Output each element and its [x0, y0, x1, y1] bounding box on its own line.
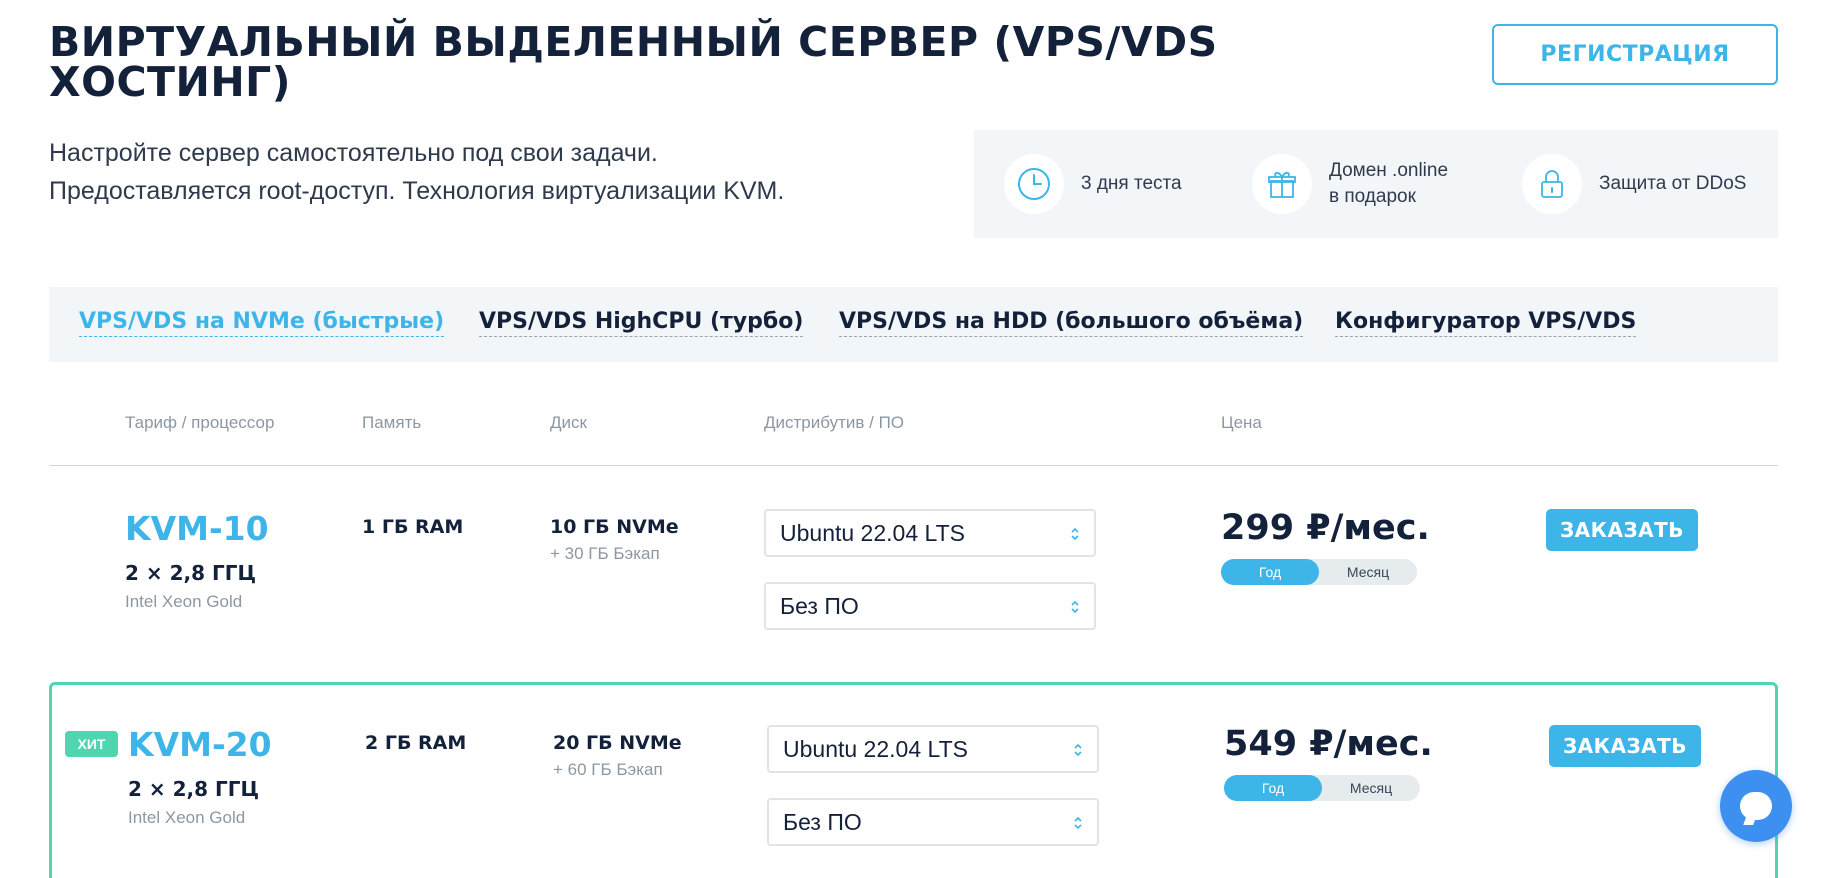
tab-nvme[interactable]: VPS/VDS на NVMe (быстрые)	[79, 309, 445, 337]
order-button[interactable]: ЗАКАЗАТЬ	[1546, 509, 1698, 551]
plan-backup: + 30 ГБ Бэкап	[550, 544, 660, 563]
os-select-value: Ubuntu 22.04 LTS	[780, 519, 965, 546]
feature-label: 3 дня теста	[1081, 173, 1182, 194]
column-header-memory: Память	[362, 413, 422, 432]
tab-hdd[interactable]: VPS/VDS на HDD (большого объёма)	[839, 309, 1304, 337]
features-panel: 3 дня теста Домен .online в подарок Защи…	[974, 130, 1778, 238]
feature-label-line: в подарок	[1329, 186, 1416, 207]
select-arrows-icon	[1074, 743, 1082, 757]
period-year-option[interactable]: Год	[1221, 559, 1319, 585]
column-header-distro: Дистрибутив / ПО	[764, 413, 905, 432]
tab-highcpu[interactable]: VPS/VDS HighCPU (турбо)	[479, 309, 804, 337]
plan-backup: + 60 ГБ Бэкап	[553, 760, 663, 779]
plan-cpu: 2 × 2,8 ГГЦ	[128, 777, 260, 801]
software-select-value: Без ПО	[780, 592, 859, 619]
feature-trial: 3 дня теста	[1004, 154, 1182, 214]
lock-icon	[1522, 154, 1582, 214]
plan-cpu: 2 × 2,8 ГГЦ	[125, 561, 257, 585]
billing-period-toggle: Год Месяц	[1224, 775, 1420, 801]
gift-icon	[1252, 154, 1312, 214]
chat-widget-button[interactable]	[1720, 770, 1792, 842]
plan-cpu-model: Intel Xeon Gold	[128, 808, 246, 827]
billing-period-toggle: Год Месяц	[1221, 559, 1417, 585]
os-select[interactable]: Ubuntu 22.04 LTS	[767, 725, 1099, 773]
clock-icon	[1004, 154, 1064, 214]
tab-configurator[interactable]: Конфигуратор VPS/VDS	[1335, 309, 1637, 337]
plan-row-kvm-20: ХИТ KVM-20 2 × 2,8 ГГЦ Intel Xeon Gold 2…	[49, 682, 1778, 878]
plan-tabs: VPS/VDS на NVMe (быстрые) VPS/VDS HighCP…	[49, 287, 1778, 362]
page-title: ВИРТУАЛЬНЫЙ ВЫДЕЛЕННЫЙ СЕРВЕР (VPS/VDS Х…	[49, 18, 1218, 106]
feature-label-line: Домен .online	[1329, 160, 1449, 181]
feature-label: Защита от DDoS	[1599, 173, 1747, 194]
plan-disk: 10 ГБ NVMe	[550, 516, 679, 538]
subtitle-line: Настройте сервер самостоятельно под свои…	[49, 139, 658, 167]
period-month-option[interactable]: Месяц	[1322, 775, 1420, 801]
table-header-divider	[49, 465, 1778, 466]
plan-ram: 2 ГБ RAM	[365, 732, 467, 754]
plan-price: 299 ₽/мес.	[1221, 508, 1430, 548]
column-header-price: Цена	[1221, 413, 1262, 432]
register-button[interactable]: РЕГИСТРАЦИЯ	[1492, 24, 1778, 85]
feature-label: Домен .online в подарок	[1329, 158, 1448, 210]
select-arrows-icon	[1071, 600, 1079, 614]
plan-ram: 1 ГБ RAM	[362, 516, 464, 538]
chat-icon	[1740, 792, 1772, 820]
plan-disk: 20 ГБ NVMe	[553, 732, 682, 754]
plan-name: KVM-20	[128, 725, 272, 764]
period-year-option[interactable]: Год	[1224, 775, 1322, 801]
plan-name: KVM-10	[125, 509, 269, 548]
select-arrows-icon	[1074, 816, 1082, 830]
column-header-tariff: Тариф / процессор	[125, 413, 275, 432]
column-header-disk: Диск	[550, 413, 587, 432]
hit-badge: ХИТ	[65, 731, 118, 757]
plan-row-kvm-10: KVM-10 2 × 2,8 ГГЦ Intel Xeon Gold 1 ГБ …	[49, 467, 1778, 667]
plan-cpu-model: Intel Xeon Gold	[125, 592, 243, 611]
feature-domain: Домен .online в подарок	[1252, 154, 1448, 214]
os-select[interactable]: Ubuntu 22.04 LTS	[764, 509, 1096, 557]
software-select[interactable]: Без ПО	[764, 582, 1096, 630]
plan-price: 549 ₽/мес.	[1224, 724, 1433, 764]
page-subtitle: Настройте сервер самостоятельно под свои…	[49, 134, 784, 210]
os-select-value: Ubuntu 22.04 LTS	[783, 735, 968, 762]
order-button[interactable]: ЗАКАЗАТЬ	[1549, 725, 1701, 767]
software-select-value: Без ПО	[783, 808, 862, 835]
feature-ddos: Защита от DDoS	[1522, 154, 1746, 214]
subtitle-line: Предоставляется root-доступ. Технология …	[49, 177, 785, 205]
software-select[interactable]: Без ПО	[767, 798, 1099, 846]
period-month-option[interactable]: Месяц	[1319, 559, 1417, 585]
select-arrows-icon	[1071, 527, 1079, 541]
